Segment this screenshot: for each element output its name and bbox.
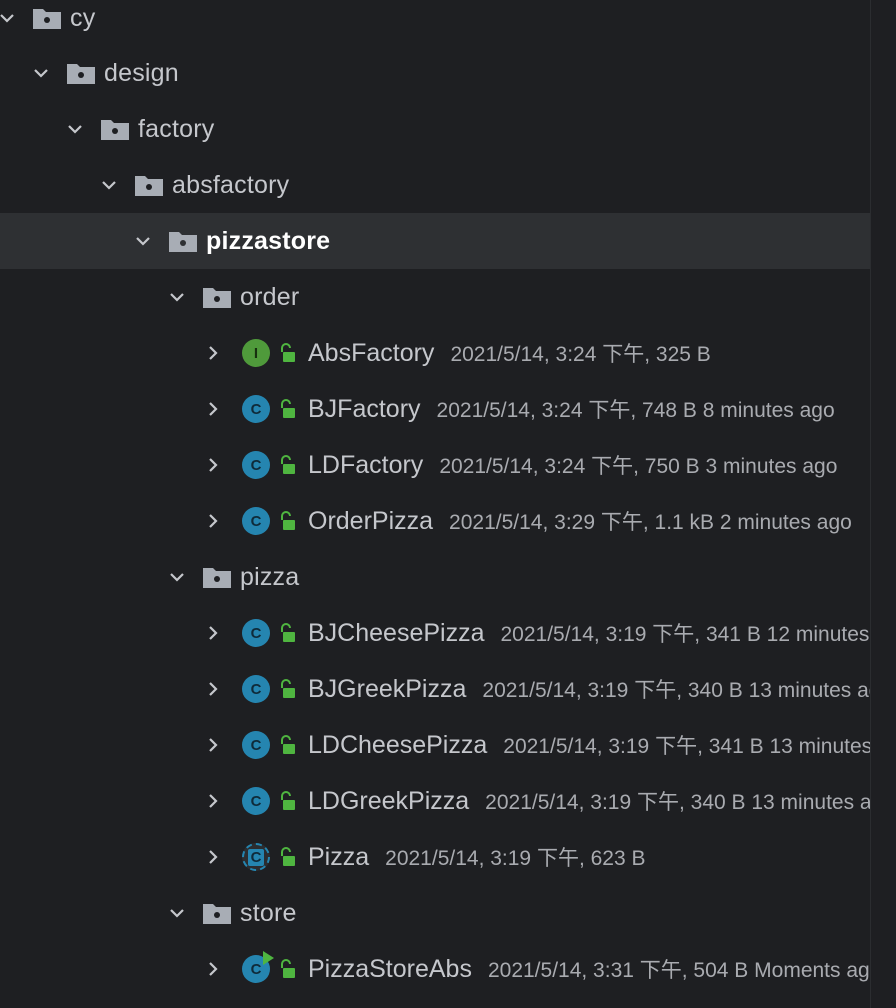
scrollbar-gutter[interactable]	[870, 0, 896, 1008]
unlock-icon	[278, 623, 296, 643]
class-icon: C	[242, 675, 270, 703]
file-meta: 2021/5/14, 3:24 下午, 748 B 8 minutes ago	[436, 399, 835, 422]
file-meta: 2021/5/14, 3:19 下午, 340 B 13 minutes ago	[485, 791, 870, 814]
file-meta: 2021/5/14, 3:29 下午, 1.1 kB 2 minutes ago	[449, 511, 852, 534]
chevron-right-icon[interactable]	[200, 732, 226, 758]
folder-name: order	[240, 282, 300, 311]
tree-row-ldfactory[interactable]: C LDFactory 2021/5/14, 3:24 下午, 750 B 3 …	[0, 437, 870, 493]
abstract-class-icon: C	[242, 843, 270, 871]
file-meta: 2021/5/14, 3:19 下午, 340 B 13 minutes ago	[482, 679, 870, 702]
class-icon: C	[242, 731, 270, 759]
class-icon: C	[242, 619, 270, 647]
chevron-right-icon[interactable]	[200, 508, 226, 534]
unlock-icon	[278, 959, 296, 979]
class-icon-letter: C	[250, 960, 262, 978]
chevron-right-icon[interactable]	[200, 844, 226, 870]
folder-icon	[100, 117, 130, 141]
file-meta: 2021/5/14, 3:24 下午, 750 B 3 minutes ago	[439, 455, 838, 478]
folder-icon	[66, 61, 96, 85]
tree-row-ldcheesepizza[interactable]: C LDCheesePizza 2021/5/14, 3:19 下午, 341 …	[0, 717, 870, 773]
tree-row-bjfactory[interactable]: C BJFactory 2021/5/14, 3:24 下午, 748 B 8 …	[0, 381, 870, 437]
folder-name: design	[104, 58, 179, 87]
chevron-down-icon[interactable]	[130, 228, 156, 254]
chevron-down-icon[interactable]	[164, 900, 190, 926]
file-name: BJFactory	[308, 394, 421, 423]
folder-icon	[202, 901, 232, 925]
folder-name: pizza	[240, 562, 300, 591]
unlock-icon	[278, 511, 296, 531]
file-name: BJGreekPizza	[308, 674, 467, 703]
file-name: BJCheesePizza	[308, 618, 485, 647]
tree-row-absfactory-interface[interactable]: I AbsFactory 2021/5/14, 3:24 下午, 325 B	[0, 325, 870, 381]
tree-row-ldgreekpizza[interactable]: C LDGreekPizza 2021/5/14, 3:19 下午, 340 B…	[0, 773, 870, 829]
chevron-right-icon[interactable]	[200, 620, 226, 646]
folder-name: absfactory	[172, 170, 290, 199]
tree-row-design[interactable]: design	[0, 45, 870, 101]
unlock-icon	[278, 679, 296, 699]
chevron-right-icon[interactable]	[200, 452, 226, 478]
chevron-down-icon[interactable]	[164, 564, 190, 590]
file-name: Pizza	[308, 842, 370, 871]
tree-row-cy[interactable]: cy	[0, 0, 870, 46]
unlock-icon	[278, 343, 296, 363]
chevron-down-icon[interactable]	[62, 116, 88, 142]
runnable-class-icon: C	[242, 951, 274, 983]
folder-icon	[168, 229, 198, 253]
file-meta: 2021/5/14, 3:19 下午, 623 B	[385, 847, 646, 870]
project-tree-panel: cy design factory absfactory pizzastore …	[0, 0, 870, 1008]
folder-icon	[134, 173, 164, 197]
tree-row-pizza-class[interactable]: C Pizza 2021/5/14, 3:19 下午, 623 B	[0, 829, 870, 885]
chevron-down-icon[interactable]	[0, 5, 20, 31]
folder-icon	[202, 285, 232, 309]
run-marker-icon	[263, 951, 274, 965]
tree-row-pizzastoreabs[interactable]: C PizzaStoreAbs 2021/5/14, 3:31 下午, 504 …	[0, 941, 870, 997]
unlock-icon	[278, 455, 296, 475]
tree-row-order[interactable]: order	[0, 269, 870, 325]
file-name: AbsFactory	[308, 338, 435, 367]
chevron-right-icon[interactable]	[200, 788, 226, 814]
file-meta: 2021/5/14, 3:31 下午, 504 B Moments ago	[487, 959, 870, 982]
chevron-right-icon[interactable]	[200, 340, 226, 366]
file-name: LDGreekPizza	[308, 786, 470, 815]
file-name: PizzaStoreAbs	[308, 954, 472, 983]
class-icon: C	[242, 507, 270, 535]
chevron-right-icon[interactable]	[200, 956, 226, 982]
tree-row-bjcheesepizza[interactable]: C BJCheesePizza 2021/5/14, 3:19 下午, 341 …	[0, 605, 870, 661]
tree-row-orderpizza[interactable]: C OrderPizza 2021/5/14, 3:29 下午, 1.1 kB …	[0, 493, 870, 549]
folder-icon	[202, 565, 232, 589]
chevron-down-icon[interactable]	[96, 172, 122, 198]
file-name: OrderPizza	[308, 506, 434, 535]
file-name: LDCheesePizza	[308, 730, 488, 759]
chevron-right-icon[interactable]	[200, 676, 226, 702]
tree-row-factory[interactable]: factory	[0, 101, 870, 157]
chevron-down-icon[interactable]	[28, 60, 54, 86]
unlock-icon	[278, 735, 296, 755]
interface-icon: I	[242, 339, 270, 367]
class-icon: C	[242, 451, 270, 479]
folder-name: pizzastore	[206, 226, 331, 255]
chevron-down-icon[interactable]	[164, 284, 190, 310]
folder-name: store	[240, 898, 297, 927]
unlock-icon	[278, 791, 296, 811]
chevron-right-icon[interactable]	[200, 396, 226, 422]
file-meta: 2021/5/14, 3:19 下午, 341 B 12 minutes ago	[500, 623, 870, 646]
tree-row-bjgreekpizza[interactable]: C BJGreekPizza 2021/5/14, 3:19 下午, 340 B…	[0, 661, 870, 717]
unlock-icon	[278, 399, 296, 419]
abstract-class-letter: C	[247, 848, 265, 866]
tree-row-store[interactable]: store	[0, 885, 870, 941]
tree-row-pizzastore[interactable]: pizzastore	[0, 213, 870, 269]
class-icon: C	[242, 787, 270, 815]
file-meta: 2021/5/14, 3:24 下午, 325 B	[450, 343, 711, 366]
folder-name: factory	[138, 114, 215, 143]
tree-row-absfactory[interactable]: absfactory	[0, 157, 870, 213]
folder-icon	[32, 6, 62, 30]
folder-name: cy	[70, 3, 96, 32]
class-icon: C	[242, 395, 270, 423]
file-name: LDFactory	[308, 450, 424, 479]
file-meta: 2021/5/14, 3:19 下午, 341 B 13 minutes ago	[503, 735, 870, 758]
tree-row-pizza[interactable]: pizza	[0, 549, 870, 605]
unlock-icon	[278, 847, 296, 867]
